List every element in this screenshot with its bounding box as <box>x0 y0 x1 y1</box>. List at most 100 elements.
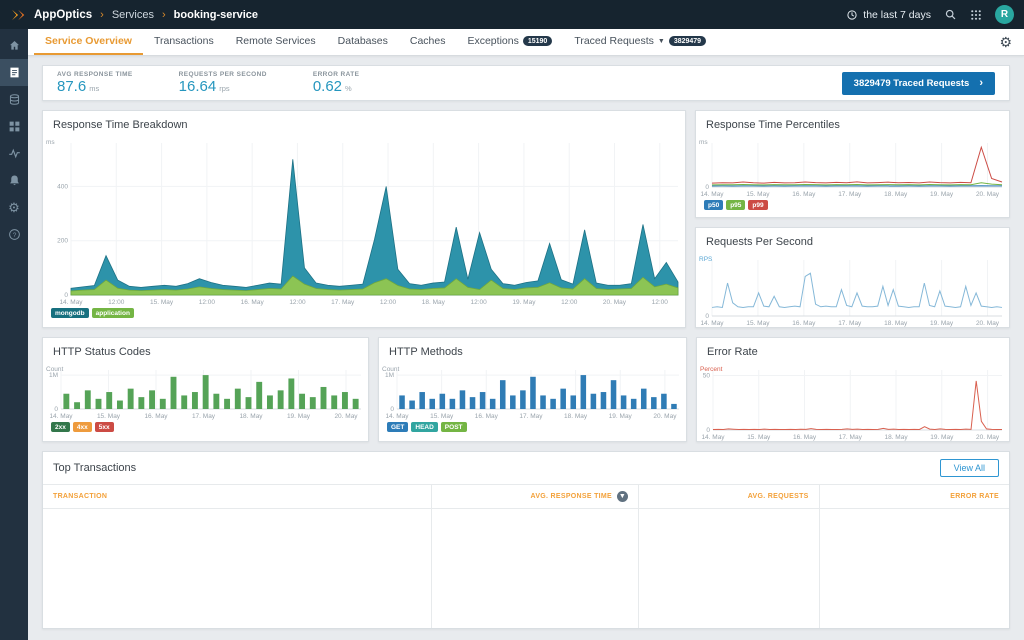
transactions-table-header: TRANSACTION AVG. RESPONSE TIME ▼ AVG. RE… <box>43 484 1009 509</box>
legend-badge-5xx[interactable]: 5xx <box>95 422 114 432</box>
table-column-area <box>820 509 1009 629</box>
sidebar-item-help[interactable]: ? <box>0 221 28 248</box>
panel-title: HTTP Status Codes <box>43 338 368 361</box>
svg-text:20. May: 20. May <box>603 299 627 306</box>
exceptions-count-badge: 15190 <box>523 36 552 46</box>
tab-exceptions[interactable]: Exceptions 15190 <box>456 29 563 55</box>
svg-text:17. May: 17. May <box>192 413 216 420</box>
user-avatar[interactable]: R <box>995 5 1014 24</box>
svg-text:17. May: 17. May <box>839 434 863 441</box>
svg-text:0: 0 <box>64 292 68 299</box>
stat-requests-per-second: REQUESTS PER SECOND 16.64rps <box>179 71 267 95</box>
svg-text:16. May: 16. May <box>475 413 499 420</box>
svg-text:18. May: 18. May <box>564 413 588 420</box>
stat-unit: % <box>345 84 352 93</box>
search-icon[interactable] <box>944 8 957 21</box>
time-range-selector[interactable]: the last 7 days <box>846 9 931 21</box>
http-status-codes-chart: 14. May15. May16. May17. May18. May19. M… <box>43 361 368 420</box>
legend-badge-p95[interactable]: p95 <box>726 200 745 210</box>
legend-badge-HEAD[interactable]: HEAD <box>411 422 437 432</box>
svg-text:19. May: 19. May <box>930 320 954 327</box>
svg-text:15. May: 15. May <box>746 320 770 327</box>
tab-remote-services[interactable]: Remote Services <box>225 29 327 55</box>
traced-requests-button-label: 3829479 Traced Requests <box>854 78 970 89</box>
breadcrumb-separator-icon: › <box>100 9 104 21</box>
legend-badge-POST[interactable]: POST <box>441 422 467 432</box>
breadcrumb-separator-icon: › <box>162 9 166 21</box>
tab-transactions[interactable]: Transactions <box>143 29 225 55</box>
svg-text:ms: ms <box>46 139 55 146</box>
svg-text:12:00: 12:00 <box>380 299 397 306</box>
brand-appoptics[interactable]: AppOptics <box>34 9 92 21</box>
stat-label: REQUESTS PER SECOND <box>179 71 267 78</box>
svg-text:Percent: Percent <box>700 366 723 373</box>
sidebar-item-home[interactable] <box>0 32 28 59</box>
panel-title: Top Transactions <box>53 462 136 474</box>
tab-label: Service Overview <box>45 35 132 47</box>
svg-text:16. May: 16. May <box>241 299 265 306</box>
legend-badge-mongodb[interactable]: mongodb <box>51 308 89 318</box>
tab-traced-requests[interactable]: Traced Requests ▼ 3829479 <box>563 29 717 55</box>
view-all-button[interactable]: View All <box>940 459 999 477</box>
svg-text:20. May: 20. May <box>653 413 677 420</box>
legend-badge-2xx[interactable]: 2xx <box>51 422 70 432</box>
svg-text:14. May: 14. May <box>385 413 409 420</box>
tab-settings-gear-icon[interactable]: ⚙ <box>999 29 1018 55</box>
tab-databases[interactable]: Databases <box>327 29 399 55</box>
top-transactions-panel: Top Transactions View All TRANSACTION AV… <box>42 451 1010 629</box>
dashboard-content: AVG RESPONSE TIME 87.6ms REQUESTS PER SE… <box>28 56 1024 640</box>
svg-text:400: 400 <box>57 183 68 190</box>
sidebar-item-metrics[interactable] <box>0 140 28 167</box>
svg-text:14. May: 14. May <box>49 413 73 420</box>
svg-text:Count: Count <box>382 366 400 373</box>
tab-service-overview[interactable]: Service Overview <box>34 29 143 55</box>
svg-text:1M: 1M <box>385 372 394 379</box>
legend-badge-p50[interactable]: p50 <box>704 200 723 210</box>
chevron-right-icon: › <box>979 78 983 89</box>
svg-text:15. May: 15. May <box>430 413 454 420</box>
svg-text:15. May: 15. May <box>747 434 771 441</box>
svg-text:19. May: 19. May <box>287 413 311 420</box>
svg-text:15. May: 15. May <box>746 191 770 198</box>
svg-text:RPS: RPS <box>699 256 713 263</box>
svg-text:17. May: 17. May <box>519 413 543 420</box>
svg-text:20. May: 20. May <box>334 413 358 420</box>
svg-text:16. May: 16. May <box>792 320 816 327</box>
svg-text:14. May: 14. May <box>59 299 83 306</box>
svg-text:0: 0 <box>390 406 394 413</box>
sidebar-item-databases[interactable] <box>0 86 28 113</box>
svg-text:1M: 1M <box>49 372 58 379</box>
http-status-codes-panel: HTTP Status Codes 14. May15. May16. May1… <box>42 337 369 442</box>
database-icon <box>8 93 21 106</box>
legend-badge-4xx[interactable]: 4xx <box>73 422 92 432</box>
traced-requests-button[interactable]: 3829479 Traced Requests › <box>842 72 995 95</box>
legend-badge-application[interactable]: application <box>92 308 134 318</box>
sidebar-item-settings[interactable]: ⚙ <box>0 194 28 221</box>
svg-text:50: 50 <box>703 372 711 379</box>
column-header-error-rate[interactable]: ERROR RATE <box>820 485 1009 508</box>
svg-text:17. May: 17. May <box>838 320 862 327</box>
sidebar-item-alerts[interactable] <box>0 167 28 194</box>
solarwinds-logo-icon[interactable] <box>10 8 28 22</box>
column-header-transaction[interactable]: TRANSACTION <box>43 485 432 508</box>
svg-text:19. May: 19. May <box>930 434 954 441</box>
chart-legend: p50p95p99 <box>696 198 1009 216</box>
column-header-avg-requests[interactable]: AVG. REQUESTS <box>639 485 820 508</box>
app-switcher-grid-icon[interactable] <box>970 9 982 21</box>
sidebar-nav: ⚙ ? <box>0 29 28 640</box>
error-rate-panel: Error Rate 14. May15. May16. May17. May1… <box>696 337 1010 442</box>
sidebar-item-services[interactable] <box>0 59 28 86</box>
breadcrumb-services[interactable]: Services <box>112 9 154 21</box>
legend-badge-GET[interactable]: GET <box>387 422 408 432</box>
svg-text:16. May: 16. May <box>144 413 168 420</box>
column-header-avg-response-time[interactable]: AVG. RESPONSE TIME ▼ <box>432 485 639 508</box>
breadcrumb-current-service: booking-service <box>174 9 258 21</box>
legend-badge-p99[interactable]: p99 <box>748 200 767 210</box>
chart-legend: GETHEAD POST <box>379 420 686 438</box>
svg-text:12:00: 12:00 <box>108 299 125 306</box>
sort-descending-icon[interactable]: ▼ <box>617 491 628 502</box>
tab-caches[interactable]: Caches <box>399 29 457 55</box>
sidebar-item-integrations[interactable] <box>0 113 28 140</box>
time-range-label: the last 7 days <box>863 9 931 21</box>
pulse-icon <box>8 147 21 160</box>
